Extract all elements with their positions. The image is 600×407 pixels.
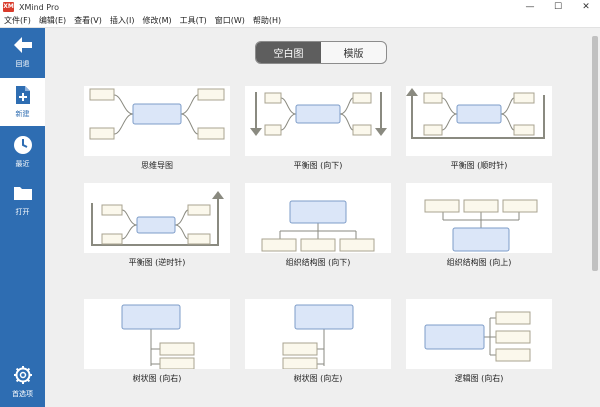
template-tree-left[interactable]: 树状图 (向左) bbox=[245, 299, 391, 384]
template-name: 组织结构图 (向下) bbox=[285, 258, 351, 267]
menu-help[interactable]: 帮助(H) bbox=[249, 15, 285, 26]
template-preview bbox=[84, 299, 230, 369]
view-switch: 空白图 模版 bbox=[255, 41, 387, 64]
template-tree-right[interactable]: 树状图 (向右) bbox=[84, 299, 230, 384]
template-preview bbox=[245, 183, 391, 253]
template-name: 组织结构图 (向上) bbox=[446, 258, 512, 267]
template-name: 树状图 (向右) bbox=[132, 374, 182, 383]
tab-template[interactable]: 模版 bbox=[321, 42, 386, 63]
close-button[interactable]: ✕ bbox=[572, 0, 600, 14]
template-balance-clockwise[interactable]: 平衡图 (顺时针) bbox=[406, 86, 552, 171]
sidebar: 回退 新建 最近 打开 首选项 bbox=[0, 28, 45, 407]
sidebar-item-label: 首选项 bbox=[12, 390, 33, 398]
app-logo-icon: XM bbox=[3, 2, 14, 12]
menu-window[interactable]: 窗口(W) bbox=[211, 15, 249, 26]
vertical-scrollbar[interactable] bbox=[590, 28, 600, 407]
template-balance-counterclockwise[interactable]: 平衡图 (逆时针) bbox=[84, 183, 230, 268]
gear-icon bbox=[13, 365, 33, 385]
template-gallery: 空白图 模版 思维导图 平衡图 (向下) 平衡图 (顺时针) 平衡图 (逆时针)… bbox=[45, 28, 600, 407]
template-org-chart-up[interactable]: 组织结构图 (向上) bbox=[406, 183, 552, 268]
template-name: 树状图 (向左) bbox=[293, 374, 343, 383]
window-controls: — ☐ ✕ bbox=[516, 0, 600, 14]
template-name: 平衡图 (向下) bbox=[293, 161, 343, 170]
scrollbar-thumb[interactable] bbox=[592, 36, 598, 271]
sidebar-item-label: 回退 bbox=[15, 60, 30, 68]
sidebar-item-preferences[interactable]: 首选项 bbox=[0, 358, 45, 406]
clock-icon bbox=[13, 135, 33, 155]
template-preview bbox=[406, 299, 552, 369]
template-preview bbox=[406, 86, 552, 156]
arrow-left-icon bbox=[13, 35, 33, 55]
title-bar: XM XMind Pro — ☐ ✕ bbox=[0, 0, 600, 14]
window-title: XMind Pro bbox=[19, 2, 59, 12]
folder-icon bbox=[13, 183, 33, 203]
template-balance-down[interactable]: 平衡图 (向下) bbox=[245, 86, 391, 171]
menu-tools[interactable]: 工具(T) bbox=[176, 15, 211, 26]
menu-modify[interactable]: 修改(M) bbox=[138, 15, 175, 26]
template-name: 平衡图 (顺时针) bbox=[450, 161, 508, 170]
menu-edit[interactable]: 编辑(E) bbox=[35, 15, 70, 26]
template-preview bbox=[406, 183, 552, 253]
template-preview bbox=[84, 86, 230, 156]
template-mind-map[interactable]: 思维导图 bbox=[84, 86, 230, 171]
template-preview bbox=[245, 299, 391, 369]
sidebar-item-new[interactable]: 新建 bbox=[0, 78, 45, 126]
sidebar-item-back[interactable]: 回退 bbox=[0, 28, 45, 76]
template-org-chart-down[interactable]: 组织结构图 (向下) bbox=[245, 183, 391, 268]
minimize-button[interactable]: — bbox=[516, 0, 544, 14]
template-name: 思维导图 bbox=[141, 161, 173, 170]
sidebar-item-label: 最近 bbox=[15, 160, 30, 168]
menu-insert[interactable]: 插入(I) bbox=[106, 15, 139, 26]
template-preview bbox=[84, 183, 230, 253]
tab-blank[interactable]: 空白图 bbox=[256, 42, 321, 63]
template-name: 逻辑图 (向右) bbox=[454, 374, 504, 383]
sidebar-item-label: 打开 bbox=[15, 208, 30, 216]
template-name: 平衡图 (逆时针) bbox=[128, 258, 186, 267]
sidebar-item-recent[interactable]: 最近 bbox=[0, 128, 45, 176]
sidebar-item-open[interactable]: 打开 bbox=[0, 176, 45, 224]
maximize-button[interactable]: ☐ bbox=[544, 0, 572, 14]
menu-file[interactable]: 文件(F) bbox=[0, 15, 35, 26]
sidebar-item-label: 新建 bbox=[15, 110, 30, 118]
menu-bar: 文件(F) 编辑(E) 查看(V) 插入(I) 修改(M) 工具(T) 窗口(W… bbox=[0, 14, 600, 28]
menu-view[interactable]: 查看(V) bbox=[70, 15, 106, 26]
new-file-icon bbox=[13, 85, 33, 105]
template-preview bbox=[245, 86, 391, 156]
template-logic-right[interactable]: 逻辑图 (向右) bbox=[406, 299, 552, 384]
